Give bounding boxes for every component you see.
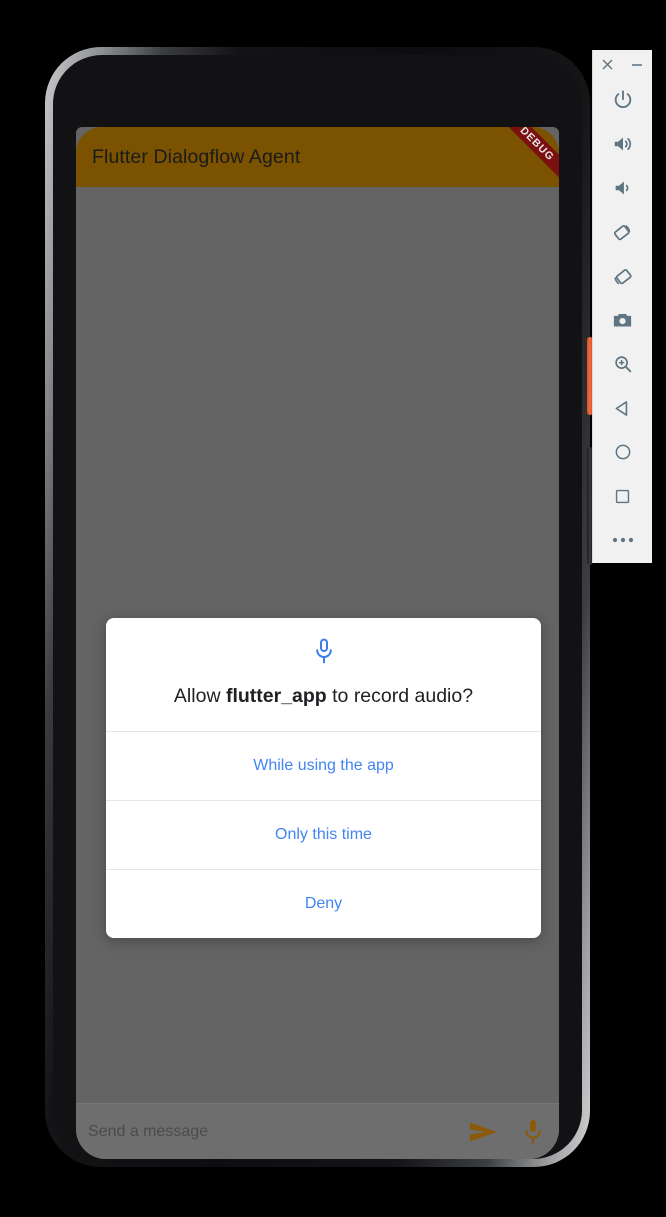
close-icon [602,59,613,69]
close-window-button[interactable] [599,55,617,73]
power-icon [614,90,631,108]
device-screen: Flutter Dialogflow Agent DEBUG Allow flu… [76,127,559,1159]
overview-button[interactable] [593,474,652,518]
only-this-time-button[interactable]: Only this time [106,800,541,870]
device-notch [53,55,582,127]
rotate-right-button[interactable] [593,254,652,298]
window-controls [593,50,652,78]
volume-up-icon [614,137,631,151]
minimize-window-button[interactable] [628,55,646,73]
message-input[interactable]: Send a message [76,1123,461,1141]
deny-button[interactable]: Deny [106,869,541,939]
dialog-message-suffix: to record audio? [326,685,474,707]
square-overview-icon [615,489,630,503]
triangle-back-icon [615,400,628,416]
android-emulator-device: Flutter Dialogflow Agent DEBUG Allow flu… [45,47,593,1167]
zoom-button[interactable] [593,342,652,386]
screenshot-button[interactable] [593,298,652,342]
volume-down-icon [615,181,628,195]
permission-dialog: Allow flutter_app to record audio? While… [106,618,541,939]
zoom-in-icon [614,356,631,373]
send-icon [470,1122,497,1141]
dialog-message-prefix: Allow [173,685,226,707]
volume-down-button[interactable] [593,166,652,210]
message-composer: Send a message [76,1103,559,1159]
page-title: Flutter Dialogflow Agent [92,145,301,168]
extended-controls-button[interactable] [593,518,652,562]
more-dots-icon [612,537,633,543]
app-bar: Flutter Dialogflow Agent DEBUG [76,127,559,187]
circle-home-icon [615,444,630,460]
dialog-message: Allow flutter_app to record audio? [124,684,523,709]
screenshot-root: Flutter Dialogflow Agent DEBUG Allow flu… [0,0,666,1217]
voice-input-button[interactable] [507,1119,559,1145]
volume-up-button[interactable] [593,122,652,166]
camera-icon [613,313,632,326]
while-using-the-app-button[interactable]: While using the app [106,731,541,801]
rotate-right-icon [614,268,632,284]
rotate-left-button[interactable] [593,210,652,254]
device-bezel: Flutter Dialogflow Agent DEBUG Allow flu… [53,55,582,1159]
minimize-icon [632,63,643,66]
back-button[interactable] [593,386,652,430]
dialog-app-name: flutter_app [225,685,327,707]
chat-body: Allow flutter_app to record audio? While… [76,187,559,1159]
home-button[interactable] [593,430,652,474]
emulator-toolbar [592,50,652,563]
power-button[interactable] [593,78,652,122]
microphone-icon [525,1119,541,1144]
microphone-icon [315,638,332,664]
debug-banner: DEBUG [491,127,559,187]
send-button[interactable] [461,1121,507,1143]
dialog-header: Allow flutter_app to record audio? [106,618,541,731]
rotate-left-icon [613,224,631,240]
